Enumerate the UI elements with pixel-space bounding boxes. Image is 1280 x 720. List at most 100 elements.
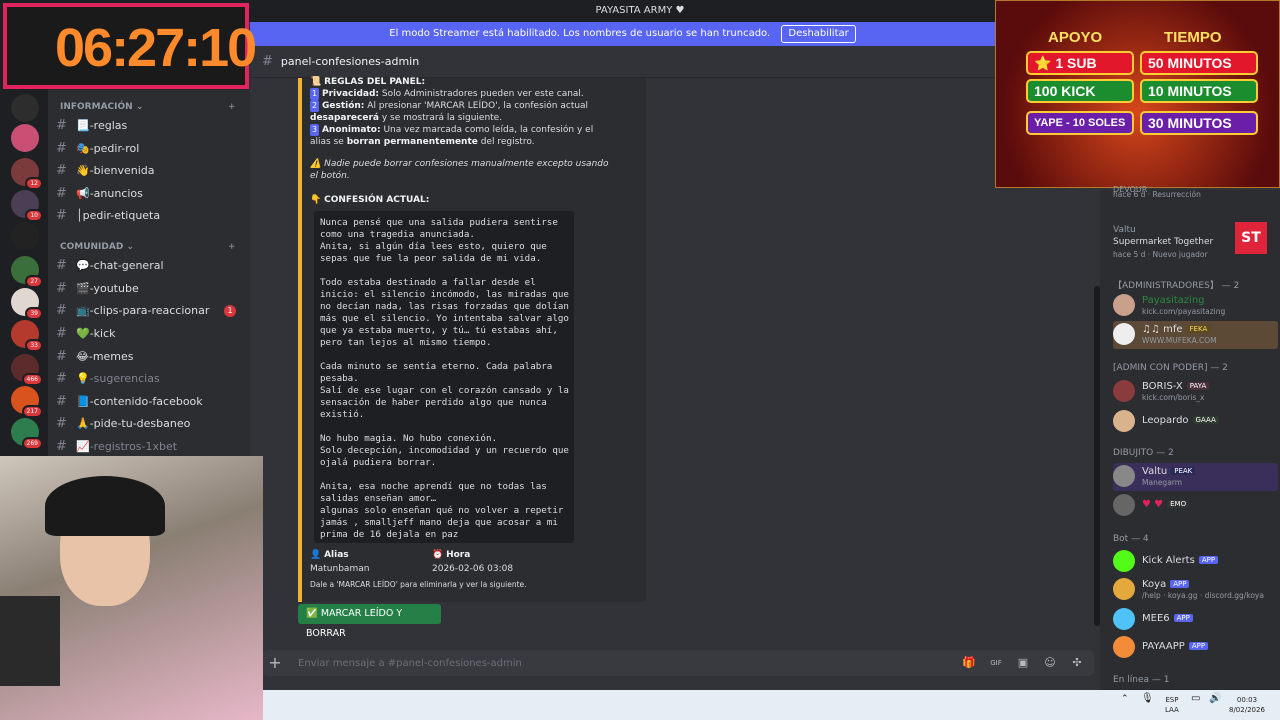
warning-text: ⚠️ Nadie puede borrar confesiones manual… xyxy=(310,159,609,169)
member-item[interactable]: Kick Alerts APP xyxy=(1113,548,1278,576)
server-icon[interactable]: 217 xyxy=(11,386,43,418)
channel-label: 📢-anuncios xyxy=(76,187,143,200)
avatar xyxy=(1113,465,1135,487)
rule-1: 1 Privacidad: Solo Administradores puede… xyxy=(310,88,584,100)
sticker-icon[interactable]: ▣ xyxy=(1016,656,1030,670)
microphone-icon[interactable]: 🎙 xyxy=(1141,694,1154,704)
timer-value: 06:27:10 xyxy=(55,18,257,78)
message-input[interactable] xyxy=(298,650,898,676)
rules-title: 📜 REGLAS DEL PANEL: xyxy=(310,77,426,87)
channel-pedir-etiqueta[interactable]: # │pedir-etiqueta xyxy=(56,206,242,226)
hash-icon: # xyxy=(56,416,67,431)
message-composer: + 🎁 GIF ▣ ☺ ✣ xyxy=(262,650,1094,676)
server-icon[interactable] xyxy=(11,222,39,250)
channel-reglas[interactable]: # 📃-reglas xyxy=(56,116,242,136)
channel-memes[interactable]: # 😂-memes xyxy=(56,347,242,367)
member-item[interactable]: Payasitazing kick.com/payasitazing xyxy=(1113,292,1278,320)
channel-label: 💚-kick xyxy=(76,327,116,340)
channel-label: 🎬-youtube xyxy=(76,282,139,295)
unread-badge: 39 xyxy=(25,307,43,320)
channel-contenido-facebook[interactable]: # 📘-contenido-facebook xyxy=(56,392,242,412)
category-label: INFORMACIÓN xyxy=(60,102,133,112)
server-icon[interactable] xyxy=(11,94,39,122)
member-item[interactable]: Valtu PEAK Manegarm xyxy=(1113,463,1278,491)
server-icon[interactable]: 466 xyxy=(11,354,43,386)
overlay-col1-title: APOYO xyxy=(1048,29,1103,46)
hash-icon: # xyxy=(56,439,67,454)
member-activity[interactable]: Valtu Supermarket Together hace 5 d · Nu… xyxy=(1113,222,1278,259)
channel-name: panel-confesiones-admin xyxy=(280,55,420,68)
channel-clips-para-reaccionar[interactable]: # 📺-clips-para-reaccionar 1 xyxy=(56,301,242,321)
apps-icon[interactable]: ✣ xyxy=(1070,656,1084,670)
gif-icon[interactable]: GIF xyxy=(989,656,1003,670)
member-item[interactable]: ♫♫ mfe FEKA WWW.MUFEKA.COM xyxy=(1113,321,1278,349)
server-icon[interactable]: 39 xyxy=(11,288,43,320)
server-icon[interactable]: 12 xyxy=(11,158,43,190)
category-label: COMUNIDAD xyxy=(60,242,124,252)
avatar xyxy=(1113,380,1135,402)
channel-label: 😂-memes xyxy=(76,350,134,363)
clock[interactable]: 00:03 8/02/2026 xyxy=(1229,695,1265,715)
add-channel-icon[interactable]: + xyxy=(228,102,236,112)
member-item[interactable]: PAYAAPP APP xyxy=(1113,634,1278,662)
member-item[interactable]: BORIS-X PAYA kick.com/boris_x xyxy=(1113,378,1278,406)
network-icon[interactable]: ▭ xyxy=(1191,694,1200,704)
channel-sugerencias[interactable]: # 💡-sugerencias xyxy=(56,369,242,389)
mark-read-delete-button[interactable]: ✅ MARCAR LEÍDO Y BORRAR xyxy=(298,604,441,639)
channel-chat-general[interactable]: # 💬-chat-general xyxy=(56,256,242,276)
hash-icon: # xyxy=(56,371,67,386)
channel-label: 💬-chat-general xyxy=(76,259,164,272)
hash-icon: # xyxy=(56,186,67,201)
warning-icon: ⚠️ xyxy=(310,159,322,169)
channel-anuncios[interactable]: # 📢-anuncios xyxy=(56,184,242,204)
hash-icon: # xyxy=(56,303,67,318)
overlay-col2-title: TIEMPO xyxy=(1164,29,1222,46)
server-icon[interactable] xyxy=(11,124,39,152)
streamer-mode-banner: El modo Streamer está habilitado. Los no… xyxy=(250,22,995,46)
member-item[interactable]: ♥ ♥ EMO xyxy=(1113,492,1278,520)
overlay-support-1: ⭐ 1 SUB xyxy=(1026,51,1134,75)
gift-icon[interactable]: 🎁 xyxy=(962,656,976,670)
pointing-hand-icon: 👇 xyxy=(310,195,322,205)
overlay-support-3: YAPE - 10 SOLES xyxy=(1026,111,1134,135)
hash-icon: # xyxy=(262,54,273,69)
volume-icon[interactable]: 🔊 xyxy=(1209,694,1221,704)
server-icon[interactable]: 33 xyxy=(11,320,43,352)
add-attachment-icon[interactable]: + xyxy=(268,655,282,671)
channel-registros-1xbet[interactable]: # 📈-registros-1xbet xyxy=(56,437,242,457)
channel-header: # panel-confesiones-admin xyxy=(250,46,995,78)
overlay-time-2: 10 MINUTOS xyxy=(1140,79,1258,103)
member-item[interactable]: MEE6 APP xyxy=(1113,606,1278,634)
emoji-icon[interactable]: ☺ xyxy=(1043,656,1057,670)
member-activity[interactable]: DEVOUR hace 6 d · Resurrección xyxy=(1113,182,1278,210)
channel-label: │pedir-etiqueta xyxy=(76,209,161,222)
disable-streamer-button[interactable]: Deshabilitar xyxy=(781,25,856,43)
member-item[interactable]: Koya APP/help · koya.gg · discord.gg/koya xyxy=(1113,576,1278,604)
add-channel-icon[interactable]: + xyxy=(228,242,236,252)
server-icon[interactable]: 269 xyxy=(11,418,43,450)
channel-pide-tu-desbaneo[interactable]: # 🙏-pide-tu-desbaneo xyxy=(56,414,242,434)
language-indicator[interactable]: ESP LAA xyxy=(1165,695,1179,715)
member-item[interactable]: Leopardo GAAA xyxy=(1113,408,1278,436)
hair-shape xyxy=(45,476,165,536)
chevron-down-icon: ⌄ xyxy=(126,242,134,252)
channel-bienvenida[interactable]: # 👋-bienvenida xyxy=(56,161,242,181)
channel-label: 📃-reglas xyxy=(76,119,128,132)
channel-kick[interactable]: # 💚-kick xyxy=(56,324,242,344)
channel-label: 📈-registros-1xbet xyxy=(76,440,178,453)
server-icon[interactable]: 10 xyxy=(11,190,43,222)
avatar xyxy=(1113,294,1135,316)
category-informacion[interactable]: INFORMACIÓN ⌄ + xyxy=(60,102,236,112)
time-value: 2026-02-06 03:08 xyxy=(432,564,514,574)
category-comunidad[interactable]: COMUNIDAD ⌄ + xyxy=(60,242,236,252)
channel-youtube[interactable]: # 🎬-youtube xyxy=(56,279,242,299)
server-icon[interactable]: 27 xyxy=(11,256,43,288)
chevron-up-icon[interactable]: ⌃ xyxy=(1121,694,1129,704)
rule-2-cont: desaparecerá y se mostrará la siguiente. xyxy=(310,113,503,123)
channel-label: 🎭-pedir-rol xyxy=(76,142,140,155)
overlay-time-1: 50 MINUTOS xyxy=(1140,51,1258,75)
channel-pedir-rol[interactable]: # 🎭-pedir-rol xyxy=(56,139,242,159)
rule-3-cont: alias se borran permanentemente del regi… xyxy=(310,137,535,147)
chevron-down-icon: ⌄ xyxy=(135,102,144,112)
hash-icon: # xyxy=(56,258,67,273)
